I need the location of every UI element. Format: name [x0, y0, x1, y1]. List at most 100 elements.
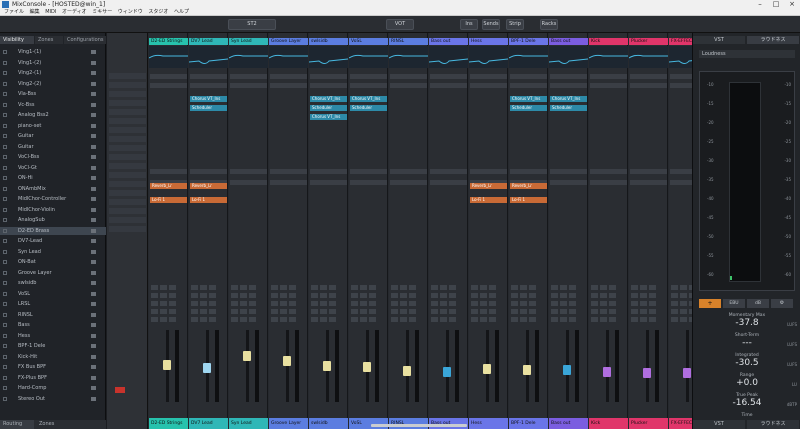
channel-name[interactable]: Bass out [429, 38, 468, 45]
insert-slot[interactable]: Scheduler [310, 105, 347, 111]
channel-toggle-button[interactable] [649, 301, 656, 306]
channel-toggle-button[interactable] [440, 285, 447, 290]
channel-toggle-button[interactable] [680, 285, 687, 290]
channel-toggle-button[interactable] [400, 301, 407, 306]
channel-toggle-button[interactable] [640, 285, 647, 290]
insert-slot[interactable]: Scheduler [350, 105, 387, 111]
track-list-item[interactable]: FX-Plus BPF [0, 374, 106, 382]
channel-toggle-button[interactable] [271, 317, 278, 322]
channel-toggle-button[interactable] [400, 285, 407, 290]
send-slot[interactable]: Reverb_Lr [190, 183, 227, 189]
channel-toggle-button[interactable] [609, 285, 616, 290]
sends-button[interactable]: Sends [482, 19, 500, 30]
channel-name[interactable]: Groove Layer [269, 38, 308, 45]
channel-toggle-button[interactable] [271, 309, 278, 314]
channel-toggle-button[interactable] [471, 301, 478, 306]
channel-toggle-button[interactable] [360, 293, 367, 298]
visibility-checkbox[interactable] [3, 197, 7, 201]
channel-toggle-button[interactable] [551, 285, 558, 290]
channel-toggle-button[interactable] [160, 309, 167, 314]
channel-name-bottom[interactable]: D2-ED Strings [149, 418, 188, 429]
channel-toggle-button[interactable] [240, 293, 247, 298]
channel-toggle-button[interactable] [280, 293, 287, 298]
channel-toggle-button[interactable] [631, 293, 638, 298]
minimize-icon[interactable]: – [752, 0, 768, 9]
channel-toggle-button[interactable] [271, 285, 278, 290]
volume-fader[interactable] [603, 366, 611, 377]
channel-toggle-button[interactable] [400, 293, 407, 298]
channel-setting-row[interactable] [630, 83, 667, 88]
channel-toggle-button[interactable] [231, 285, 238, 290]
channel-toggle-button[interactable] [489, 285, 496, 290]
visibility-checkbox[interactable] [3, 386, 7, 390]
channel-setting-row[interactable] [270, 169, 307, 174]
channel-toggle-button[interactable] [191, 309, 198, 314]
channel-toggle-button[interactable] [151, 285, 158, 290]
visibility-checkbox[interactable] [3, 176, 7, 180]
visibility-checkbox[interactable] [3, 165, 7, 170]
channel-toggle-button[interactable] [320, 301, 327, 306]
bottom-tab-loudness[interactable]: ラウドネス [747, 420, 799, 429]
channel-toggle-button[interactable] [440, 309, 447, 314]
channel-name[interactable]: BPF-1 Dele [509, 38, 548, 45]
channel-toggle-button[interactable] [649, 317, 656, 322]
channel-toggle-button[interactable] [680, 317, 687, 322]
channel-toggle-button[interactable] [511, 309, 518, 314]
channel-toggle-button[interactable] [160, 293, 167, 298]
channel-toggle-button[interactable] [169, 285, 176, 290]
channel-toggle-button[interactable] [400, 317, 407, 322]
volume-fader[interactable] [283, 356, 291, 367]
insert-slot[interactable]: Chorus VT_Ins [310, 96, 347, 102]
channel-setting-row[interactable] [230, 169, 267, 174]
racks-button[interactable]: Racks [540, 19, 558, 30]
visibility-checkbox[interactable] [3, 312, 7, 317]
eq-curve[interactable] [628, 46, 668, 68]
channel-toggle-button[interactable] [511, 293, 518, 298]
channel-setting-row[interactable] [190, 169, 227, 174]
channel-setting-row[interactable] [430, 180, 467, 185]
channel-toggle-button[interactable] [431, 301, 438, 306]
channel-setting-row[interactable] [390, 180, 427, 185]
channel-toggle-button[interactable] [200, 301, 207, 306]
channel-toggle-button[interactable] [569, 285, 576, 290]
channel-toggle-button[interactable] [151, 309, 158, 314]
channel-setting-row[interactable] [630, 74, 667, 79]
eq-curve[interactable] [468, 46, 509, 68]
visibility-checkbox[interactable] [3, 365, 7, 369]
channel-toggle-button[interactable] [271, 293, 278, 298]
channel-toggle-button[interactable] [160, 317, 167, 322]
insert-slot[interactable]: Chorus VT_Ins [190, 96, 227, 102]
menu-item[interactable]: スタジオ [148, 9, 168, 16]
channel-toggle-button[interactable] [649, 285, 656, 290]
unit-button[interactable]: dB [747, 299, 769, 308]
channel-setting-row[interactable] [550, 169, 587, 174]
channel-toggle-button[interactable] [209, 301, 216, 306]
channel-toggle-button[interactable] [431, 293, 438, 298]
visibility-checkbox[interactable] [3, 123, 7, 128]
channel-toggle-button[interactable] [231, 301, 238, 306]
channel-toggle-button[interactable] [551, 301, 558, 306]
channel-setting-row[interactable] [150, 74, 187, 79]
channel-toggle-button[interactable] [591, 301, 598, 306]
eq-curve[interactable] [588, 46, 628, 68]
channel-toggle-button[interactable] [409, 285, 416, 290]
channel-toggle-button[interactable] [631, 301, 638, 306]
channel-setting-row[interactable] [590, 180, 627, 185]
channel-toggle-button[interactable] [569, 317, 576, 322]
channel-toggle-button[interactable] [529, 301, 536, 306]
channel-toggle-button[interactable] [520, 301, 527, 306]
channel-toggle-button[interactable] [489, 293, 496, 298]
track-list-item[interactable]: BPF-1 Dele [0, 342, 106, 350]
channel-setting-row[interactable] [470, 169, 507, 174]
track-list-item[interactable]: VoSL [0, 290, 106, 298]
visibility-checkbox[interactable] [3, 92, 7, 96]
channel-toggle-button[interactable] [151, 301, 158, 306]
channel-setting-row[interactable] [510, 83, 547, 88]
channel-toggle-button[interactable] [209, 293, 216, 298]
tab-visibility[interactable]: Visibility [0, 36, 34, 44]
channel-toggle-button[interactable] [240, 285, 247, 290]
track-list-item[interactable]: Analog Bss2 [0, 111, 106, 119]
channel-toggle-button[interactable] [471, 285, 478, 290]
channel-toggle-button[interactable] [320, 309, 327, 314]
track-list-item[interactable]: DV7-Lead [0, 237, 106, 245]
